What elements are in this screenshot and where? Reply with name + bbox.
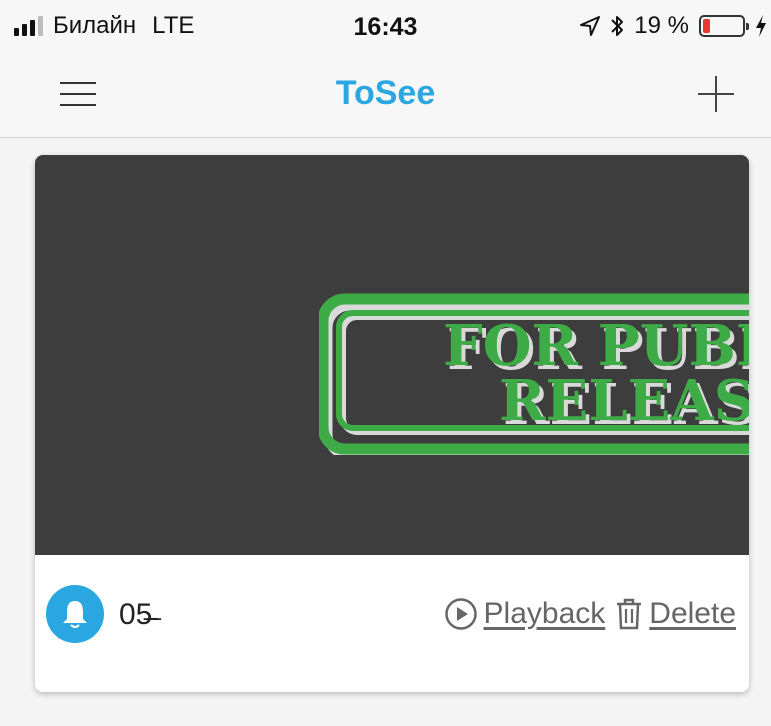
status-bar: Билайн LTE 16:43 19 %	[0, 0, 771, 52]
app-title: ToSee	[335, 74, 436, 112]
play-circle-icon	[444, 598, 477, 630]
playback-label: Playback	[483, 597, 606, 630]
camera-card-footer: 05̵̶ Playback Delete	[35, 555, 749, 692]
battery-level	[703, 19, 711, 33]
app-screen: Билайн LTE 16:43 19 % ToSee FOR PUBL FOR…	[0, 0, 771, 726]
camera-card: FOR PUBLIC FOR PUBLIC RELEASE RELEASE 05…	[35, 155, 749, 692]
battery-icon	[699, 15, 749, 37]
plus-icon[interactable]	[698, 76, 734, 112]
camera-thumbnail[interactable]: FOR PUBLIC FOR PUBLIC RELEASE RELEASE	[35, 155, 749, 555]
status-right: 19 %	[580, 12, 767, 40]
card-actions: Playback Delete	[444, 597, 736, 631]
camera-name: 05̵̶	[119, 598, 153, 631]
battery-percent: 19 %	[634, 12, 689, 39]
for-public-release-stamp: FOR PUBLIC FOR PUBLIC RELEASE RELEASE	[319, 293, 749, 455]
nav-bar: ToSee	[0, 52, 771, 138]
delete-button[interactable]: Delete	[615, 597, 736, 631]
stamp-line-2: RELEASE	[499, 368, 749, 434]
trash-icon	[617, 598, 642, 630]
charging-bolt-icon	[756, 15, 766, 37]
bluetooth-icon	[611, 16, 624, 36]
playback-button[interactable]: Playback	[444, 597, 606, 631]
delete-label: Delete	[649, 597, 736, 630]
location-arrow-icon	[580, 16, 601, 36]
bell-icon[interactable]	[46, 585, 104, 643]
